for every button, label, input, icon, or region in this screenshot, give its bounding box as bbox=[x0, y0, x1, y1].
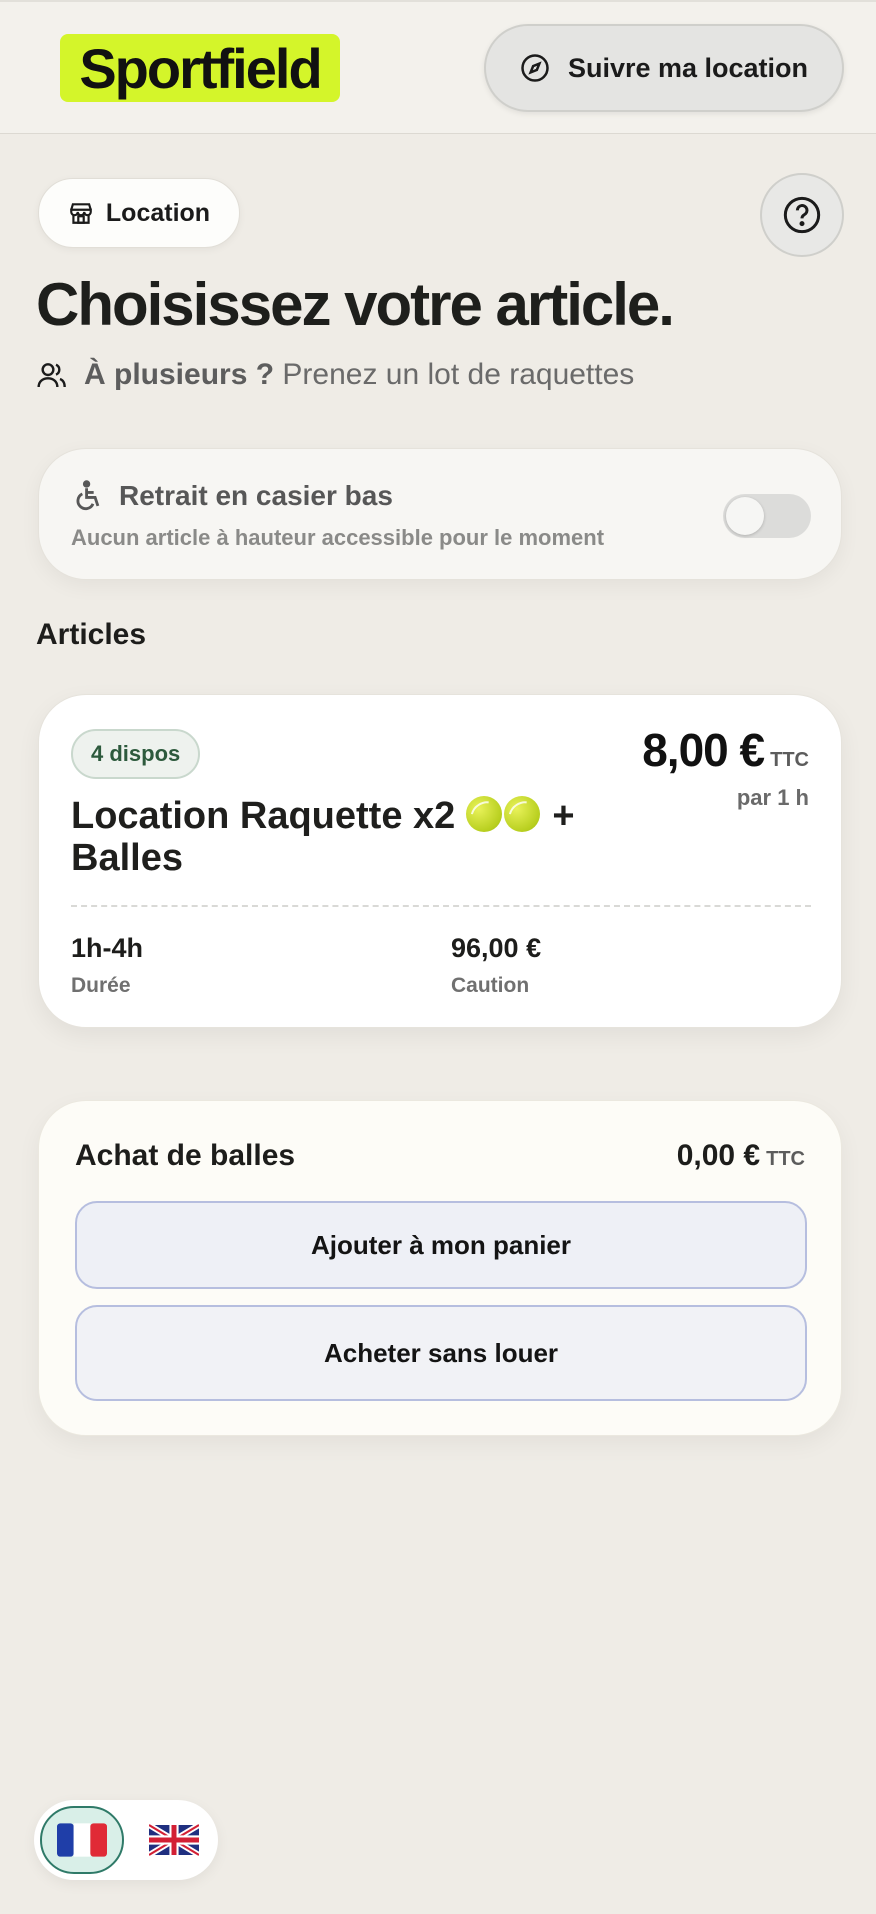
tennis-ball-icon bbox=[503, 796, 540, 832]
article-price-value: 8,00 € bbox=[642, 724, 765, 776]
accessible-locker-subtitle: Aucun article à hauteur accessible pour … bbox=[71, 525, 605, 550]
article-price-period: par 1 h bbox=[736, 785, 809, 810]
ball-purchase-title: Achat de balles bbox=[75, 1139, 296, 1172]
ball-purchase-price-suffix: TTC bbox=[766, 1148, 805, 1170]
ball-purchase-price: 0,00 € TTC bbox=[677, 1139, 805, 1173]
track-rental-label: Suivre ma location bbox=[567, 52, 809, 83]
duration-label: Durée bbox=[71, 974, 131, 997]
deposit-stat: 96,00 € Caution bbox=[451, 933, 541, 998]
language-option-fr[interactable] bbox=[40, 1806, 124, 1874]
accessible-locker-title: Retrait en casier bas bbox=[119, 480, 393, 511]
help-button[interactable] bbox=[760, 173, 844, 257]
group-rental-link[interactable]: À plusieurs ? Prenez un lot de raquettes bbox=[36, 355, 634, 395]
flag-fr-icon bbox=[57, 1823, 107, 1857]
duration-stat: 1h-4h Durée bbox=[71, 933, 143, 998]
divider bbox=[71, 905, 811, 907]
top-bar: Sportfield Suivre ma location bbox=[0, 0, 876, 134]
deposit-label: Caution bbox=[451, 974, 530, 997]
group-rental-question: À plusieurs ? bbox=[84, 358, 275, 391]
deposit-value: 96,00 € bbox=[451, 933, 542, 963]
accessible-locker-toggle[interactable] bbox=[723, 494, 811, 538]
help-circle-icon bbox=[782, 195, 822, 235]
group-rental-text: Prenez un lot de raquettes bbox=[282, 358, 635, 391]
article-price-suffix: TTC bbox=[770, 749, 809, 771]
buy-without-renting-button[interactable]: Acheter sans louer bbox=[75, 1305, 807, 1401]
page-title: Choisissez votre article. bbox=[36, 271, 675, 338]
articles-heading: Articles bbox=[36, 618, 147, 651]
wheelchair-icon bbox=[71, 479, 105, 513]
article-name: Location Raquette x2 + Balles bbox=[71, 795, 631, 879]
category-label: Location bbox=[105, 198, 211, 227]
availability-badge: 4 dispos bbox=[71, 729, 201, 779]
compass-icon bbox=[520, 53, 550, 83]
add-to-cart-button[interactable]: Ajouter à mon panier bbox=[75, 1201, 807, 1289]
track-rental-button[interactable]: Suivre ma location bbox=[484, 24, 844, 112]
sportfield-logo[interactable]: Sportfield bbox=[60, 34, 340, 102]
article-card[interactable]: 4 dispos Location Raquette x2 + Balles 8… bbox=[38, 694, 842, 1028]
language-option-en[interactable] bbox=[140, 1806, 208, 1874]
toggle-knob bbox=[726, 497, 764, 535]
ball-purchase-price-value: 0,00 € bbox=[676, 1139, 761, 1172]
store-icon bbox=[68, 200, 94, 226]
article-price: 8,00 € TTC par 1 h bbox=[642, 723, 809, 811]
users-icon bbox=[36, 359, 68, 391]
article-name-prefix: Location Raquette x2 bbox=[71, 795, 456, 837]
accessible-locker-card: Retrait en casier bas Aucun article à ha… bbox=[38, 448, 842, 580]
duration-value: 1h-4h bbox=[71, 933, 144, 963]
tennis-ball-icon bbox=[465, 796, 502, 832]
language-switcher bbox=[34, 1800, 218, 1880]
flag-uk-icon bbox=[149, 1824, 199, 1856]
location-category-pill[interactable]: Location bbox=[38, 178, 240, 248]
ball-purchase-card: Achat de balles 0,00 € TTC Ajouter à mon … bbox=[38, 1100, 842, 1436]
